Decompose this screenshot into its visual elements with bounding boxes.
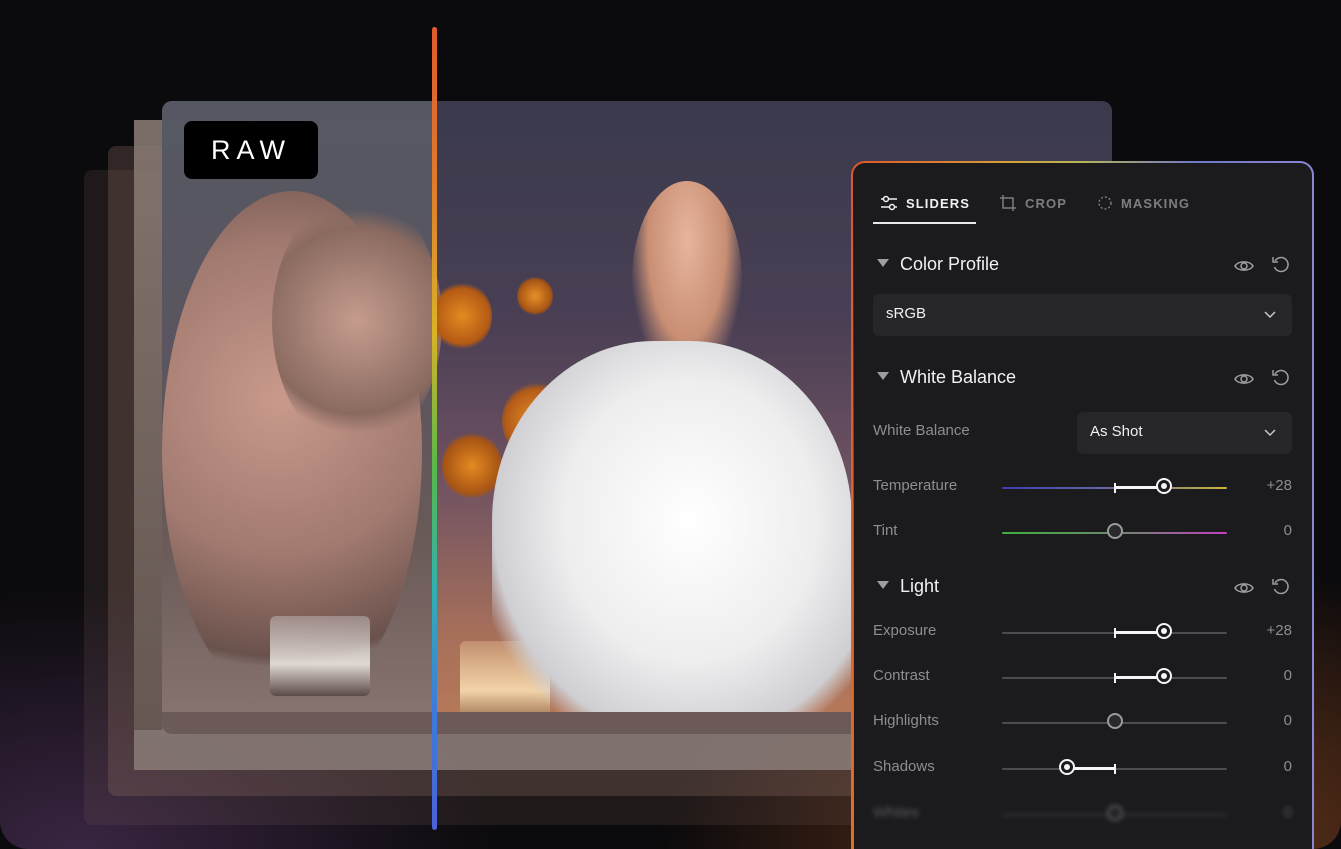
slider-value: +28 [1266, 622, 1292, 639]
chevron-down-icon [1264, 429, 1276, 437]
section-title: White Balance [900, 367, 1017, 387]
reset-icon[interactable] [1270, 367, 1292, 389]
slider-label: Tint [873, 522, 898, 539]
slider-highlights[interactable]: Highlights 0 [853, 706, 1312, 736]
slider-handle[interactable] [1156, 478, 1172, 494]
tab-crop-label: CROP [1025, 195, 1067, 211]
section-color-profile[interactable]: Color Profile [853, 250, 1312, 280]
crop-icon [1000, 195, 1016, 211]
masking-icon [1098, 196, 1112, 210]
slider-value: 0 [1283, 667, 1292, 684]
slider-label: Contrast [873, 667, 930, 684]
slider-handle[interactable] [1107, 713, 1123, 729]
slider-handle[interactable] [1059, 759, 1075, 775]
reset-icon[interactable] [1270, 576, 1292, 598]
app-stage: RAW SLIDERS CROP MASKING Color Profile s… [0, 0, 1341, 849]
white-balance-preset-label: White Balance [873, 422, 970, 439]
section-title: Color Profile [900, 254, 1000, 274]
slider-contrast[interactable]: Contrast 0 [853, 661, 1312, 691]
candle-raw [270, 616, 370, 696]
section-title: Light [900, 576, 940, 596]
slider-value: +28 [1266, 477, 1292, 494]
card-edge [134, 120, 162, 770]
slider-label: Highlights [873, 712, 939, 729]
slider-value: 0 [1283, 758, 1292, 775]
flowers-edited [432, 281, 492, 351]
slider-handle[interactable] [1107, 523, 1123, 539]
flowers-edited [517, 276, 553, 316]
card-floor [134, 730, 874, 770]
slider-exposure[interactable]: Exposure +28 [853, 616, 1312, 646]
collapse-triangle-icon[interactable] [877, 259, 889, 267]
edit-panel: SLIDERS CROP MASKING Color Profile sRGB … [853, 163, 1312, 849]
collapse-triangle-icon[interactable] [877, 372, 889, 380]
tab-sliders-label: SLIDERS [906, 195, 971, 211]
panel-glow [851, 200, 854, 849]
slider-label: Exposure [873, 622, 937, 639]
slider-value: 0 [1283, 804, 1292, 821]
section-light[interactable]: Light [853, 572, 1312, 602]
slider-center-tick [1114, 483, 1116, 493]
active-tab-indicator [873, 222, 976, 224]
slider-center-tick [1114, 628, 1116, 638]
sliders-icon [881, 195, 897, 211]
slider-value: 0 [1283, 522, 1292, 539]
flowers-edited [442, 431, 502, 501]
tab-sliders[interactable]: SLIDERS [880, 189, 970, 217]
slider-shadows[interactable]: Shadows 0 [853, 752, 1312, 782]
before-after-divider[interactable] [432, 27, 437, 830]
raw-badge: RAW [184, 121, 318, 179]
slider-label: Temperature [873, 477, 958, 494]
slider-label: Shadows [873, 758, 935, 775]
slider-center-tick [1114, 764, 1116, 774]
white-balance-preset-value: As Shot [1090, 423, 1143, 440]
reset-icon[interactable] [1270, 254, 1292, 276]
tab-masking[interactable]: MASKING [1097, 189, 1190, 217]
tab-crop[interactable]: CROP [999, 189, 1067, 217]
eye-icon[interactable] [1233, 368, 1255, 390]
white-balance-preset-select[interactable]: As Shot [1077, 412, 1292, 454]
slider-label: Whites [873, 804, 919, 821]
eye-icon[interactable] [1233, 255, 1255, 277]
slider-handle[interactable] [1156, 623, 1172, 639]
slider-handle[interactable] [1107, 805, 1123, 821]
color-profile-select[interactable]: sRGB [873, 294, 1292, 336]
slider-value: 0 [1283, 712, 1292, 729]
slider-tint[interactable]: Tint 0 [853, 516, 1312, 546]
chevron-down-icon [1264, 311, 1276, 319]
slider-center-tick [1114, 673, 1116, 683]
collapse-triangle-icon[interactable] [877, 581, 889, 589]
color-profile-value: sRGB [886, 305, 927, 322]
slider-temperature[interactable]: Temperature +28 [853, 471, 1312, 501]
section-white-balance[interactable]: White Balance [853, 363, 1312, 393]
tab-masking-label: MASKING [1121, 195, 1191, 211]
person-dress [492, 341, 852, 734]
panel-tabs: SLIDERS CROP MASKING [853, 183, 1312, 227]
slider-whites[interactable]: Whites 0 [853, 798, 1312, 828]
eye-icon[interactable] [1233, 577, 1255, 599]
flowers-raw [272, 191, 442, 451]
slider-handle[interactable] [1156, 668, 1172, 684]
